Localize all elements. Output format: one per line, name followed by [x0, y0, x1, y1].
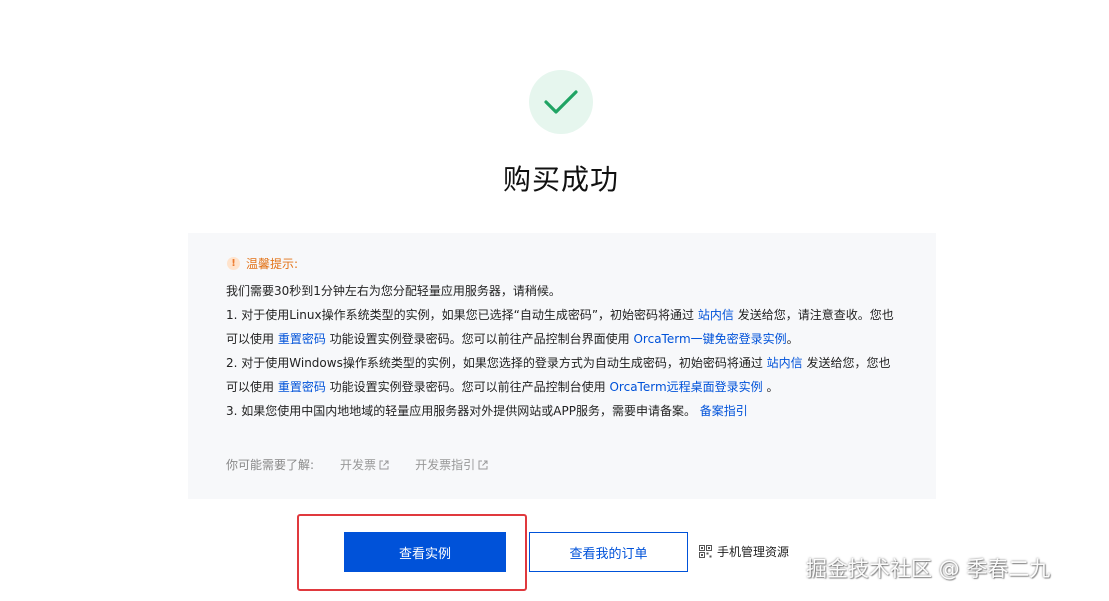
filing-guide-link[interactable]: 备案指引: [700, 404, 748, 418]
qr-code-icon: [699, 545, 712, 558]
view-instance-button[interactable]: 查看实例: [344, 532, 506, 572]
related-links: 你可能需要了解: 开发票 开发票指引: [226, 456, 488, 473]
invoice-guide-link-label: 开发票指引: [415, 458, 476, 472]
notice-text: 1. 对于使用Linux操作系统类型的实例，如果您已选择“自动生成密码”，初始密…: [226, 308, 698, 322]
mobile-manage-link[interactable]: 手机管理资源: [699, 543, 789, 560]
check-icon: [544, 90, 578, 114]
invoice-guide-link[interactable]: 开发票指引: [415, 456, 488, 473]
notice-text: 。: [762, 380, 779, 394]
site-message-link[interactable]: 站内信: [698, 308, 734, 322]
view-orders-button[interactable]: 查看我的订单: [529, 532, 688, 572]
reset-password-link[interactable]: 重置密码: [278, 332, 326, 346]
notice-item-windows: 2. 对于使用Windows操作系统类型的实例，如果您选择的登录方式为自动生成密…: [226, 351, 902, 399]
notice-text: 功能设置实例登录密码。您可以前往产品控制台使用: [325, 380, 610, 394]
notice-body: 我们需要30秒到1分钟左右为您分配轻量应用服务器，请稍候。 1. 对于使用Lin…: [226, 279, 902, 423]
orcaterm-remote-desktop-link[interactable]: OrcaTerm远程桌面登录实例: [609, 380, 762, 394]
mobile-manage-label: 手机管理资源: [717, 545, 790, 559]
notice-text: 功能设置实例登录密码。您可以前往产品控制台界面使用: [325, 332, 634, 346]
related-links-label: 你可能需要了解:: [226, 458, 315, 472]
watermark: 掘金技术社区 @ 季春二九: [806, 557, 1051, 581]
notice-item-linux: 1. 对于使用Linux操作系统类型的实例，如果您已选择“自动生成密码”，初始密…: [226, 303, 902, 351]
purchase-success-page: 购买成功 ! 温馨提示: 我们需要30秒到1分钟左右为您分配轻量应用服务器，请稍…: [0, 0, 1109, 601]
success-badge: [529, 70, 593, 134]
warning-icon: !: [227, 257, 240, 270]
notice-item-filing: 3. 如果您使用中国内地地域的轻量应用服务器对外提供网站或APP服务，需要申请备…: [226, 399, 902, 423]
notice-intro: 我们需要30秒到1分钟左右为您分配轻量应用服务器，请稍候。: [226, 284, 561, 298]
external-link-icon: [478, 460, 488, 469]
orcaterm-login-link[interactable]: OrcaTerm一键免密登录实例: [633, 332, 786, 346]
invoice-link[interactable]: 开发票: [340, 456, 389, 473]
invoice-link-label: 开发票: [340, 458, 377, 472]
notice-heading-text: 温馨提示:: [246, 257, 299, 271]
site-message-link[interactable]: 站内信: [767, 356, 803, 370]
notice-heading: ! 温馨提示:: [227, 255, 298, 272]
notice-panel: ! 温馨提示: 我们需要30秒到1分钟左右为您分配轻量应用服务器，请稍候。 1.…: [188, 233, 936, 499]
notice-text: 2. 对于使用Windows操作系统类型的实例，如果您选择的登录方式为自动生成密…: [226, 356, 767, 370]
external-link-icon: [379, 460, 389, 469]
notice-text: 3. 如果您使用中国内地地域的轻量应用服务器对外提供网站或APP服务，需要申请备…: [226, 404, 700, 418]
notice-text: 。: [786, 332, 799, 346]
reset-password-link[interactable]: 重置密码: [278, 380, 326, 394]
page-title: 购买成功: [502, 163, 619, 196]
